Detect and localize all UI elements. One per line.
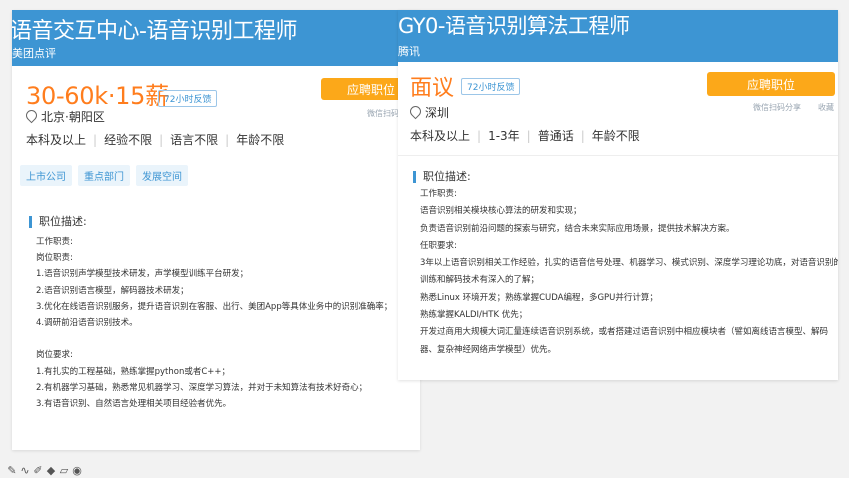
location-text: 深圳 [425, 106, 450, 120]
job-requirements: 本科及以上 | 1-3年 | 普通话 | 年龄不限 [410, 129, 640, 143]
job-card-tencent: GY0-语音识别算法工程师 腾讯 面议 72小时反馈 应聘职位 微信扫码分享 收… [398, 10, 838, 380]
desc-line: 熟悉Linux 环境开发；熟练掌握CUDA编程，多GPU并行计算； [420, 292, 658, 303]
req-age: 年龄不限 [236, 133, 285, 147]
job-title: 语音交互中心-语音识别工程师 [12, 19, 297, 44]
job-header: GY0-语音识别算法工程师 腾讯 [398, 10, 838, 62]
job-card-meituan: 语音交互中心-语音识别工程师 美团点评 30-60k·15薪 72小时反馈 应聘… [12, 10, 420, 450]
job-description: 工作职责: 语音识别相关模块核心算法的研发和实现； 负责语音识别前沿问题的探索与… [420, 186, 838, 359]
desc-line: 语音识别相关模块核心算法的研发和实现； [420, 206, 582, 217]
desc-line: 工作职责: [36, 237, 73, 247]
desc-line: 1.有扎实的工程基础，熟练掌握python或者C++； [36, 366, 231, 377]
location-text: 北京·朝阳区 [41, 110, 105, 124]
req-experience: 1-3年 [488, 129, 520, 143]
tag: 发展空间 [136, 165, 188, 186]
collect-link[interactable]: 收藏 [818, 102, 834, 113]
desc-line: 器、复杂神经网络声学模型）优先。 [420, 344, 557, 355]
req-age: 年龄不限 [591, 129, 640, 143]
desc-line [36, 331, 392, 347]
job-header: 语音交互中心-语音识别工程师 美团点评 [12, 10, 420, 66]
divider [398, 155, 838, 156]
desc-line: 任职要求: [420, 240, 457, 251]
desc-line: 3年以上语音识别相关工作经验，扎实的语音信号处理、机器学习、模式识别、深度学习理… [420, 258, 838, 269]
salary: 30-60k·15薪 [26, 82, 169, 110]
record-tool-icon[interactable]: ◉ [71, 465, 83, 477]
tag: 上市公司 [20, 165, 72, 186]
req-language: 语言不限 [170, 133, 219, 147]
section-title-description: 职位描述: [413, 171, 471, 183]
req-experience: 经验不限 [104, 133, 153, 147]
desc-line: 开发过商用大规模大词汇量连续语音识别系统，或者搭建过语音识别中相应模块者（譬如离… [420, 327, 829, 338]
wechat-share-link[interactable]: 微信扫码分享 [753, 102, 801, 113]
shape-tool-icon[interactable]: ▱ [58, 465, 70, 477]
eraser-tool-icon[interactable]: ◆ [45, 465, 57, 477]
desc-line: 岗位职责: [36, 253, 73, 264]
salary: 面议 [410, 76, 455, 101]
pencil-tool-icon[interactable]: ✐ [32, 465, 44, 477]
company-name[interactable]: 美团点评 [12, 45, 56, 61]
job-requirements: 本科及以上 | 经验不限 | 语言不限 | 年龄不限 [26, 133, 285, 147]
feedback-badge: 72小时反馈 [461, 78, 521, 95]
job-description: 工作职责: 岗位职责: 1.语音识别声学模型技术研发，声学模型训练平台研发； 2… [36, 234, 392, 412]
req-language: 普通话 [537, 129, 574, 143]
annotation-toolbar: ✎ ∿ ✐ ◆ ▱ ◉ [6, 459, 84, 477]
location-pin-icon [23, 107, 40, 124]
location: 深圳 [407, 103, 450, 121]
desc-line: 熟练掌握KALDI/HTK 优先； [420, 310, 528, 321]
company-name[interactable]: 腾讯 [398, 43, 420, 59]
desc-line: 2.语音识别语言模型，解码器技术研发； [36, 285, 189, 296]
desc-line: 工作职责: [420, 189, 457, 199]
desc-line: 岗位要求: [36, 350, 73, 361]
desc-line: 负责语音识别前沿问题的探索与研究，结合未来实际应用场景，提供技术解决方案。 [420, 223, 735, 234]
desc-line: 3.有语音识别、自然语言处理相关项目经验者优先。 [36, 398, 232, 409]
desc-line: 训练和解码技术有深入的了解； [420, 275, 540, 286]
req-education: 本科及以上 [26, 133, 87, 147]
curve-tool-icon[interactable]: ∿ [19, 465, 31, 477]
apply-button[interactable]: 应聘职位 [707, 72, 835, 96]
tag: 重点部门 [78, 165, 130, 186]
pen-tool-icon[interactable]: ✎ [6, 465, 18, 477]
job-title: GY0-语音识别算法工程师 [398, 14, 630, 38]
section-title-description: 职位描述: [29, 216, 87, 228]
feedback-badge: 72小时反馈 [158, 90, 218, 107]
desc-line: 4.调研前沿语音识别技术。 [36, 317, 138, 328]
desc-line: 3.优化在线语音识别服务，提升语音识别在客服、出行、美团App等具体业务中的识别… [36, 301, 393, 312]
req-education: 本科及以上 [410, 129, 471, 143]
desc-line: 1.语音识别声学模型技术研发，声学模型训练平台研发； [36, 269, 249, 280]
company-tags: 上市公司 重点部门 发展空间 [20, 165, 194, 186]
location-pin-icon [407, 103, 424, 120]
desc-line: 2.有机器学习基础，熟悉常见机器学习、深度学习算法，并对于未知算法有技术好奇心； [36, 382, 368, 393]
location: 北京·朝阳区 [23, 107, 105, 125]
